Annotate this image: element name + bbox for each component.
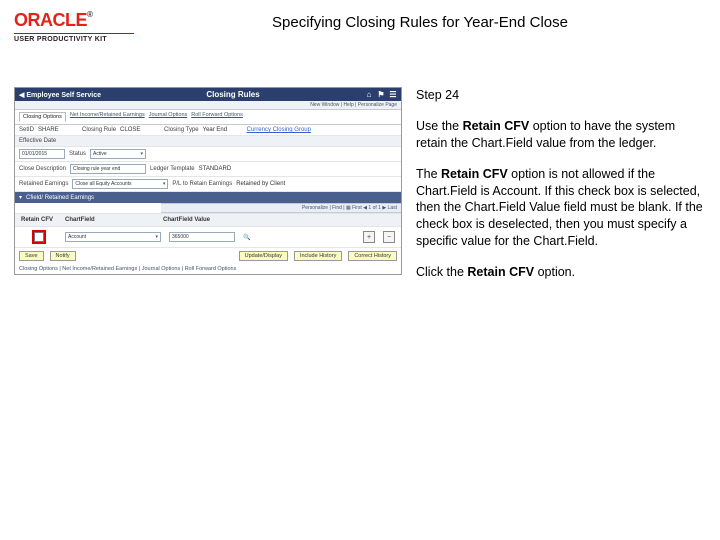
app-titlebar: ◀ Employee Self Service Closing Rules ⌂ … (15, 88, 401, 101)
page-title: Specifying Closing Rules for Year-End Cl… (134, 14, 706, 31)
tab-journal-options[interactable]: Journal Options (149, 112, 188, 122)
home-icon[interactable]: ⌂ (365, 90, 373, 99)
type-label: Closing Type (164, 127, 199, 133)
brand-suite: USER PRODUCTIVITY KIT (14, 36, 107, 43)
rule-value: CLOSE (120, 127, 160, 133)
tab-net-income[interactable]: Net Income/Retained Earnings (70, 112, 145, 122)
status-label: Status (69, 151, 86, 157)
menu-icon[interactable]: ☰ (389, 90, 397, 99)
type-value: Year End (203, 127, 243, 133)
pl-value: Retained by Client (236, 181, 285, 187)
app-sublinks[interactable]: New Window | Help | Personalize Page (15, 101, 401, 110)
correct-history-button[interactable]: Correct History (348, 251, 397, 261)
col-chartfield: ChartField (65, 217, 155, 223)
retain-cfv-checkbox[interactable] (34, 232, 44, 242)
pl-label: P/L to Retain Earnings (172, 181, 232, 187)
tab-closing-options[interactable]: Closing Options (19, 112, 66, 122)
effective-date-label: Effective Date (19, 138, 56, 144)
remove-row-button[interactable]: − (383, 231, 395, 243)
ledger-label: Ledger Template (150, 166, 195, 172)
chartfield-dropdown[interactable]: Account (65, 232, 161, 242)
update-display-button[interactable]: Update/Display (239, 251, 288, 261)
chartfield-value-input[interactable]: 365000 (169, 232, 235, 242)
tab-roll-forward[interactable]: Roll Forward Options (191, 112, 243, 122)
group-link[interactable]: Currency Closing Group (247, 127, 311, 133)
instruction-paragraph-2: The Retain CFV option is not allowed if … (416, 166, 706, 250)
instruction-panel: Step 24 Use the Retain CFV option to hav… (416, 87, 706, 295)
footer-tab-links[interactable]: Closing Options | Net Income/Retained Ea… (15, 264, 401, 274)
instruction-paragraph-3: Click the Retain CFV option. (416, 264, 706, 281)
instruction-paragraph-1: Use the Retain CFV option to have the sy… (416, 118, 706, 152)
lookup-icon[interactable]: 🔍 (243, 234, 250, 241)
include-history-button[interactable]: Include History (294, 251, 342, 261)
desc-label: Close Description (19, 166, 66, 172)
scope-label: Retained Earnings (19, 181, 68, 187)
app-title: Closing Rules (101, 90, 365, 99)
desc-input[interactable]: Closing rule year end (70, 164, 146, 174)
col-chartfield-value: ChartField Value (163, 217, 253, 223)
status-dropdown[interactable]: Active (90, 149, 146, 159)
grid-toolbar[interactable]: Personalize | Find | ▦ First ◀ 1 of 1 ▶ … (161, 203, 401, 213)
tab-strip: Closing Options Net Income/Retained Earn… (15, 110, 401, 125)
retain-cfv-highlight (32, 230, 46, 244)
ledger-value: STANDARD (199, 166, 239, 172)
effective-date-input[interactable]: 01/01/2015 (19, 149, 65, 159)
setid-label: SetID (19, 127, 34, 133)
flag-icon[interactable]: ⚑ (377, 90, 385, 99)
notify-button[interactable]: Notify (50, 251, 76, 261)
col-retain-cfv: Retain CFV (21, 217, 57, 223)
table-row: Account 365000 🔍 + − (15, 227, 401, 248)
section-retained-earnings[interactable]: Cfield/ Retained Earnings (15, 192, 401, 203)
app-screenshot: ◀ Employee Self Service Closing Rules ⌂ … (14, 87, 402, 275)
scope-dropdown[interactable]: Close all Equity Accounts (72, 179, 168, 189)
setid-value: SHARE (38, 127, 78, 133)
rule-label: Closing Rule (82, 127, 116, 133)
back-link[interactable]: ◀ Employee Self Service (19, 91, 101, 99)
add-row-button[interactable]: + (363, 231, 375, 243)
brand-word: ORACLE® (14, 10, 92, 31)
step-label: Step 24 (416, 87, 706, 104)
brand-logo: ORACLE® USER PRODUCTIVITY KIT (14, 10, 134, 43)
save-button[interactable]: Save (19, 251, 44, 261)
